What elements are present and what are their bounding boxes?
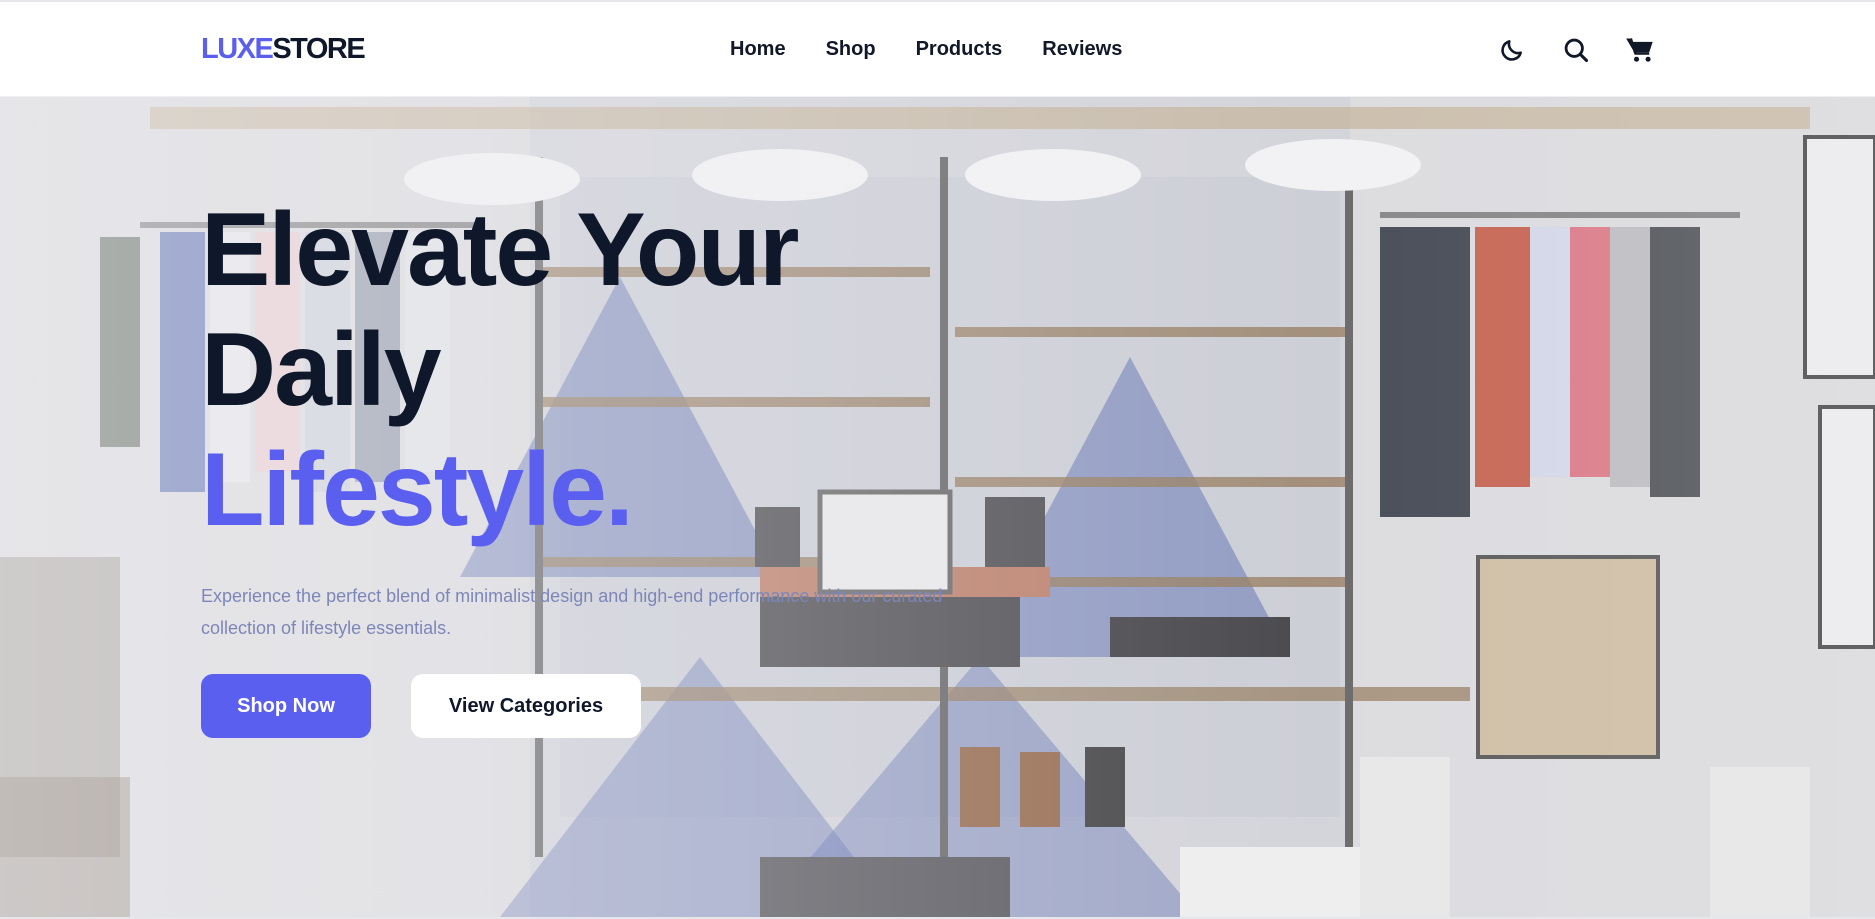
cart-button[interactable] <box>1622 32 1658 68</box>
shop-now-button[interactable]: Shop Now <box>201 674 371 738</box>
headline-line-1: Elevate Your <box>201 192 799 308</box>
nav-link-home[interactable]: Home <box>730 36 786 62</box>
search-button[interactable] <box>1558 32 1594 68</box>
headline-accent: Lifestyle. <box>201 432 634 548</box>
moon-icon <box>1501 40 1522 61</box>
view-categories-button[interactable]: View Categories <box>411 674 641 738</box>
headline-line-2: Daily <box>201 312 442 428</box>
nav-link-products[interactable]: Products <box>916 36 1003 62</box>
nav-link-reviews[interactable]: Reviews <box>1042 36 1122 62</box>
navbar: LUXESTORE Home Shop Products Reviews <box>0 2 1875 97</box>
hero-subtext: Experience the perfect blend of minimali… <box>201 586 943 638</box>
cart-icon <box>1626 38 1653 62</box>
logo-rest: STORE <box>272 33 365 65</box>
logo-accent: LUXE <box>201 33 274 65</box>
hero-content: Elevate Your Daily Lifestyle. Experience… <box>201 190 1101 644</box>
hero-headline: Elevate Your Daily Lifestyle. <box>201 190 1101 550</box>
search-icon <box>1564 38 1589 63</box>
hero-cta-row: Shop Now View Categories <box>201 674 641 738</box>
nav-link-shop[interactable]: Shop <box>826 36 876 62</box>
logo[interactable]: LUXESTORE <box>201 33 366 65</box>
theme-toggle-button[interactable] <box>1494 32 1530 68</box>
main-nav: Home Shop Products Reviews <box>730 36 1122 62</box>
